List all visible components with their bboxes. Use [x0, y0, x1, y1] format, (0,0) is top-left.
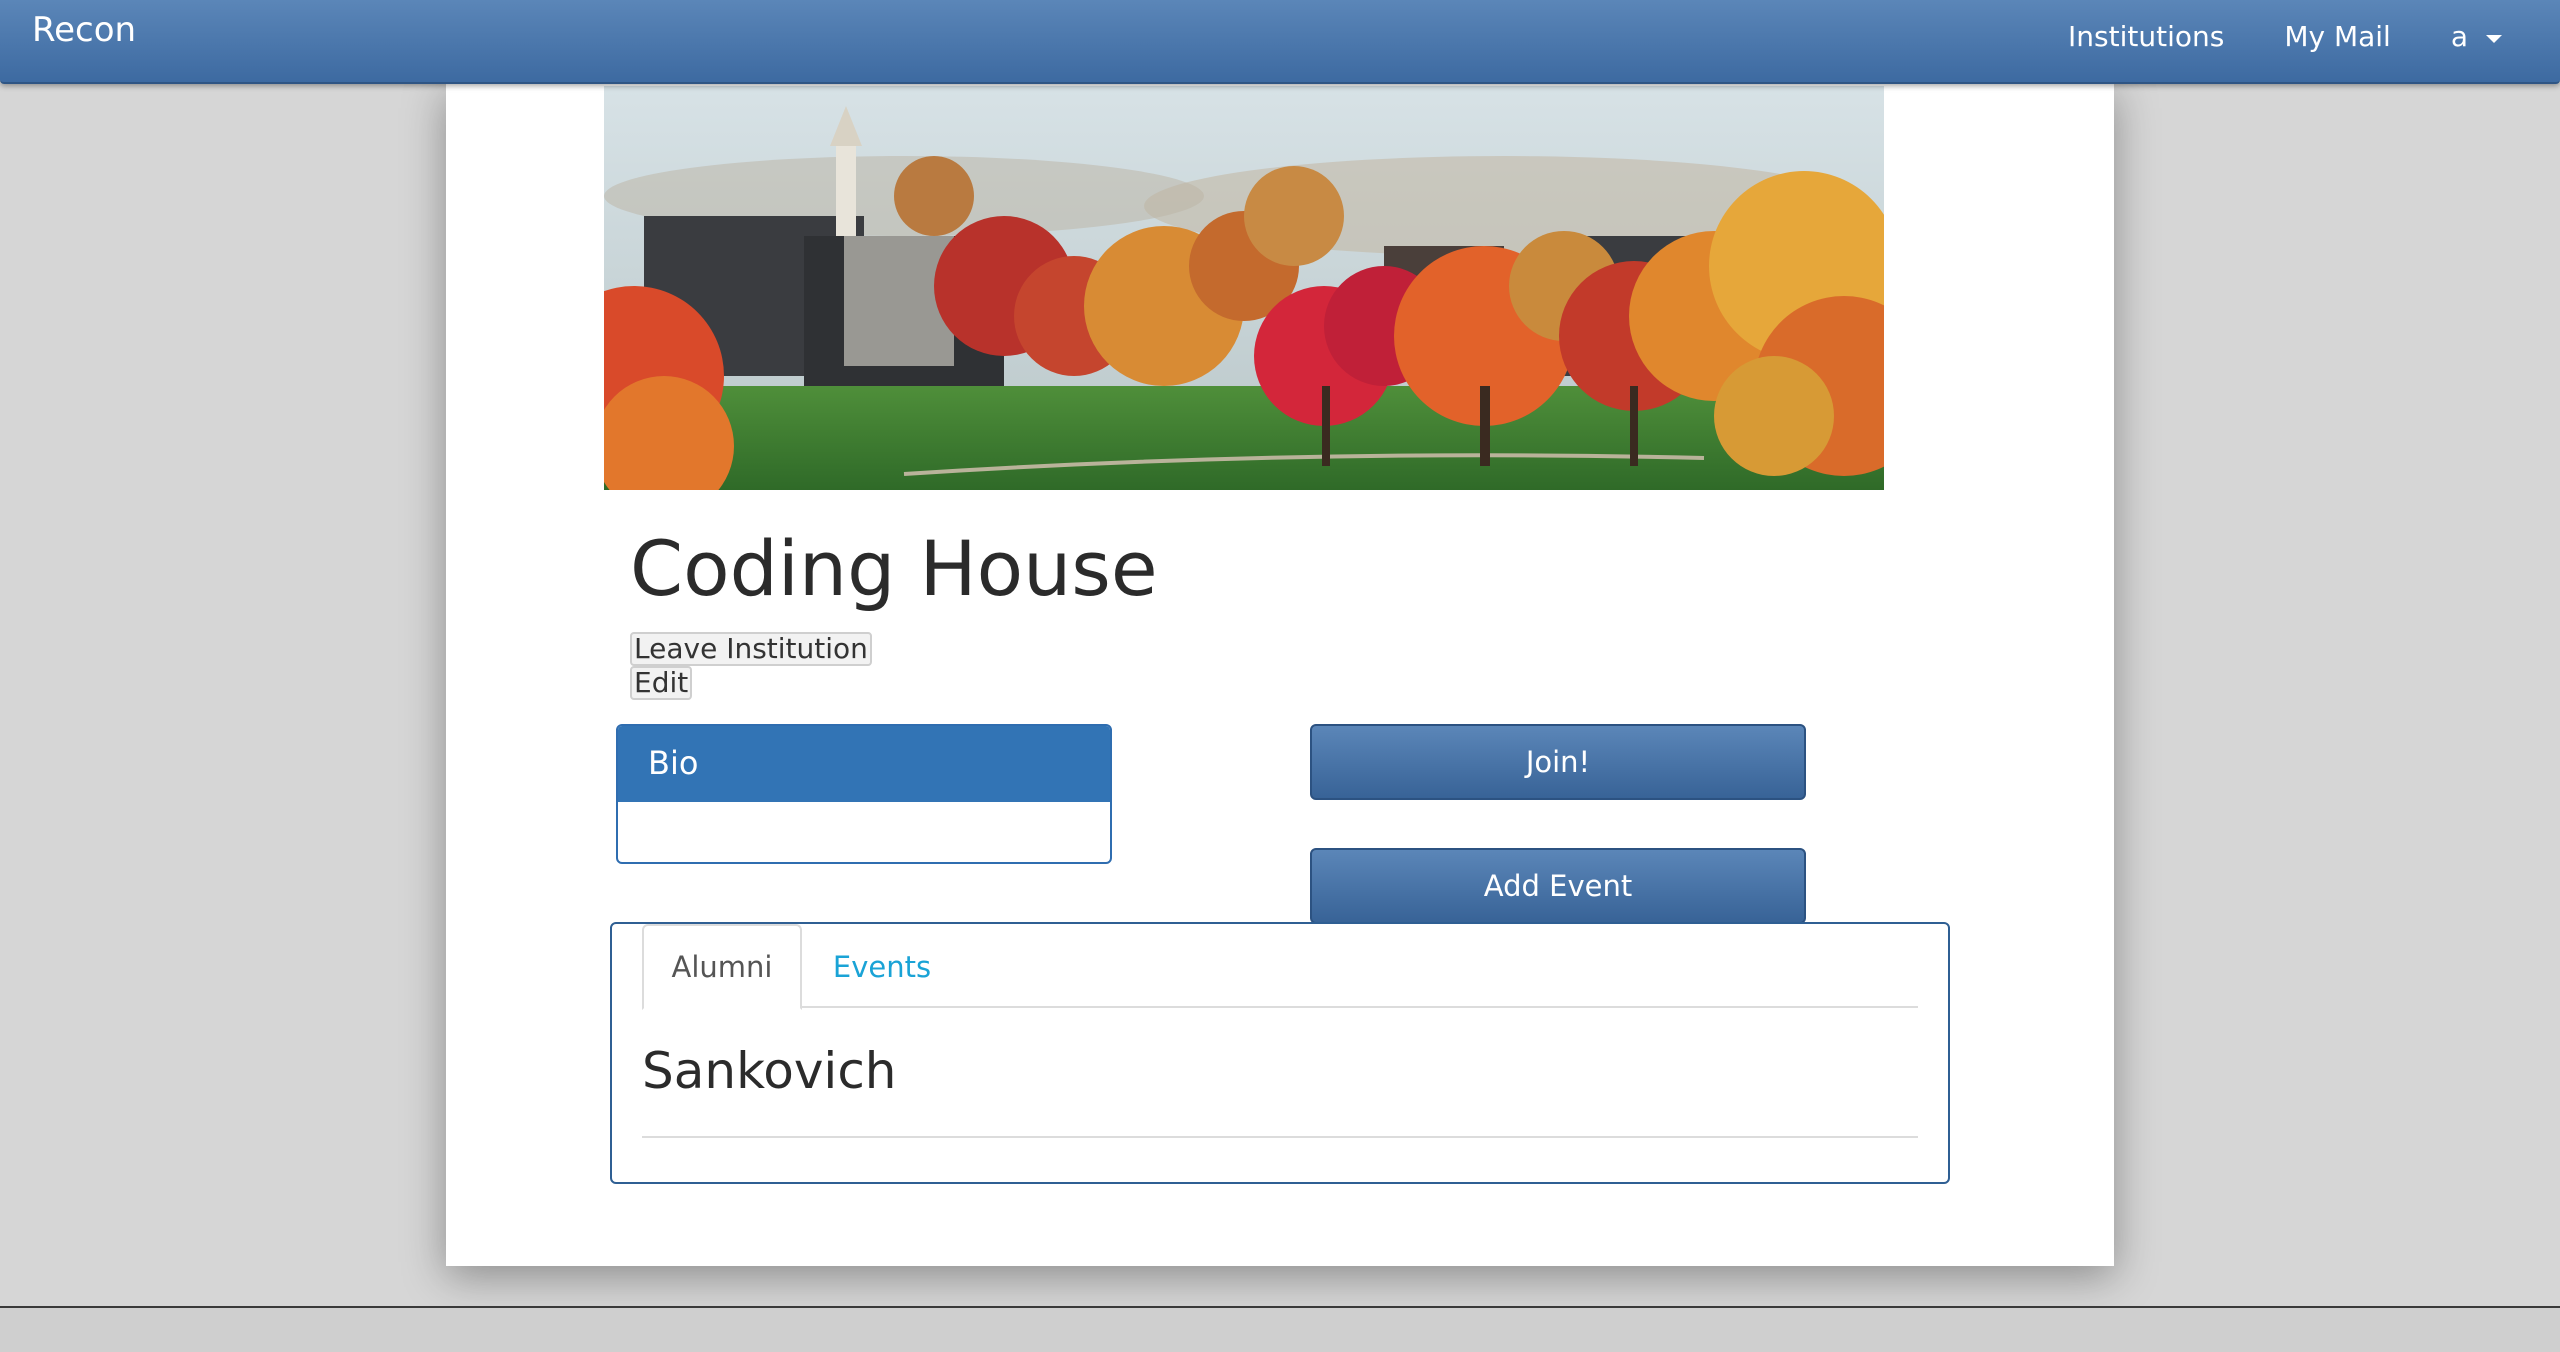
bio-panel-header: Bio [618, 726, 1110, 802]
tab-bar: Alumni Events [642, 924, 1918, 1010]
nav-institutions-link[interactable]: Institutions [2068, 20, 2224, 53]
tabs-panel: Alumni Events Sankovich [610, 922, 1950, 1184]
tab-events[interactable]: Events [802, 924, 962, 1010]
brand-logo[interactable]: Recon [32, 10, 136, 50]
institution-card: Coding House Leave Institution Edit Bio … [446, 84, 2114, 1266]
nav-links: Institutions My Mail a [2068, 20, 2502, 53]
user-menu-dropdown[interactable]: a [2451, 20, 2502, 53]
list-divider [642, 1136, 1918, 1138]
bio-panel: Bio [616, 724, 1112, 864]
nav-my-mail-link[interactable]: My Mail [2284, 20, 2391, 53]
caret-down-icon [2486, 34, 2502, 43]
institution-title: Coding House [630, 524, 1158, 613]
campus-banner-image [604, 86, 1884, 490]
user-menu-label: a [2450, 20, 2468, 53]
tab-alumni[interactable]: Alumni [642, 924, 802, 1010]
add-event-button[interactable]: Add Event [1310, 848, 1806, 924]
leave-institution-button[interactable]: Leave Institution [630, 632, 872, 666]
alumni-list-item[interactable]: Sankovich [642, 1042, 897, 1100]
top-navbar: Recon Institutions My Mail a [0, 0, 2560, 84]
bottom-bar [0, 1306, 2560, 1352]
edit-button[interactable]: Edit [630, 666, 693, 700]
join-button[interactable]: Join! [1310, 724, 1806, 800]
